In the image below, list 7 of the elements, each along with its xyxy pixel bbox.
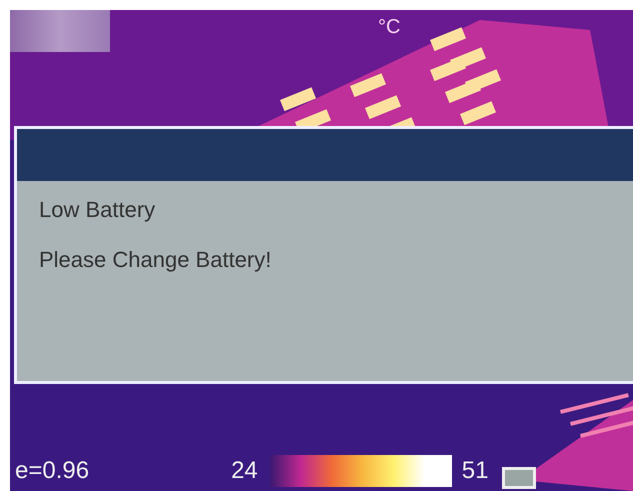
dialog-message: Please Change Battery! xyxy=(39,247,272,273)
scale-min-label: 24 xyxy=(231,457,258,485)
battery-icon xyxy=(502,467,536,489)
emissivity-label: e=0.96 xyxy=(15,457,90,485)
scale-max-label: 51 xyxy=(462,457,488,485)
unit-label: °C xyxy=(378,16,400,39)
dialog-title: Low Battery xyxy=(39,197,156,223)
